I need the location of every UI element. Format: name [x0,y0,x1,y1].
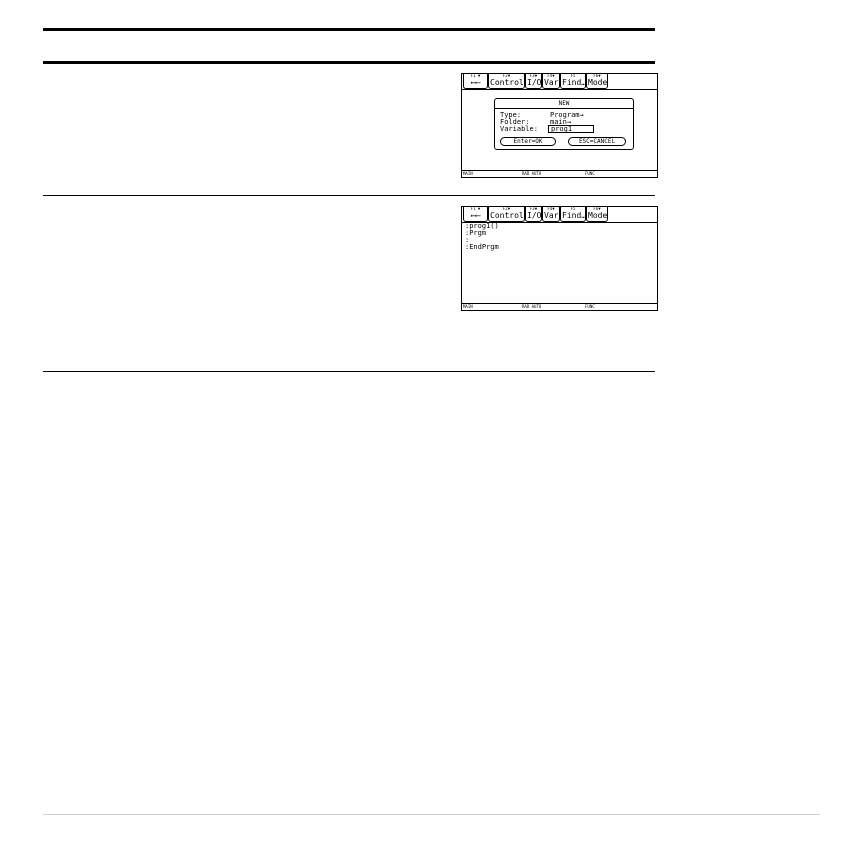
editor-line: :Prgm [465,229,487,237]
top-rule [43,28,655,31]
tab-label: I/O [527,78,542,87]
status-graph: FUNC [585,171,595,176]
status-mode: RAD AUTO [522,304,542,309]
dialog-title-divider [495,108,633,109]
tab-label: I/O [527,211,542,220]
status-folder: MAIN [463,171,473,176]
editor-line: :EndPrgm [465,243,499,251]
tab-mode[interactable]: F6▼ Mode [586,207,608,222]
status-mode: RAD AUTO [522,171,542,176]
tab-f1[interactable]: F1 ▼ ←⟵ [463,207,488,222]
tab-label: Control [490,211,524,220]
tab-label: ←⟵ [470,211,481,220]
tab-label: Mode [588,211,608,220]
row-divider [43,195,655,196]
tab-label: Mode [588,78,608,87]
tab-io[interactable]: F3▼ I/O [525,207,542,222]
tab-control[interactable]: F2▼ Control [488,74,525,89]
variable-input-value: prog1 [551,125,573,133]
status-bar: MAIN RAD AUTO FUNC [462,170,657,177]
status-folder: MAIN [463,304,473,309]
tab-var[interactable]: F4▼ Var [542,74,560,89]
bottom-rule [43,371,655,372]
status-graph: FUNC [585,304,595,309]
dialog-title: NEW [558,100,570,107]
cancel-button[interactable]: ESC=CANCEL [568,137,626,146]
page-footer-rule [43,814,820,815]
new-dialog: NEW Type: Program→ Folder: main→ Variabl… [494,98,634,150]
tab-label: ←⟵ [470,78,481,87]
tab-f1[interactable]: F1 ▼ ←⟵ [463,74,488,89]
header-rule [43,61,655,64]
tab-var[interactable]: F4▼ Var [542,207,560,222]
variable-label: Variable: [500,125,538,133]
tab-mode[interactable]: F6▼ Mode [586,74,608,89]
calculator-screen-new-dialog: F1 ▼ ←⟵ F2▼ Control F3▼ I/O F4▼ Var F5 F… [461,73,658,178]
calculator-screen-program-editor: F1 ▼ ←⟵ F2▼ Control F3▼ I/O F4▼ Var F5 F… [461,206,658,311]
toolbar: F1 ▼ ←⟵ F2▼ Control F3▼ I/O F4▼ Var F5 F… [462,74,657,90]
tab-label: Find… [562,211,587,220]
ok-button[interactable]: Enter=OK [500,137,556,146]
tab-find[interactable]: F5 Find… [560,74,586,89]
tab-io[interactable]: F3▼ I/O [525,74,542,89]
tab-control[interactable]: F2▼ Control [488,207,525,222]
tab-label: Var [544,78,559,87]
tab-label: Var [544,211,559,220]
tab-label: Control [490,78,524,87]
toolbar: F1 ▼ ←⟵ F2▼ Control F3▼ I/O F4▼ Var F5 F… [462,207,657,223]
status-bar: MAIN RAD AUTO FUNC [462,303,657,310]
variable-input[interactable]: prog1 [548,125,594,133]
tab-label: Find… [562,78,587,87]
tab-find[interactable]: F5 Find… [560,207,586,222]
program-editor[interactable]: :prog1() :Prgm : :EndPrgm [465,223,499,251]
